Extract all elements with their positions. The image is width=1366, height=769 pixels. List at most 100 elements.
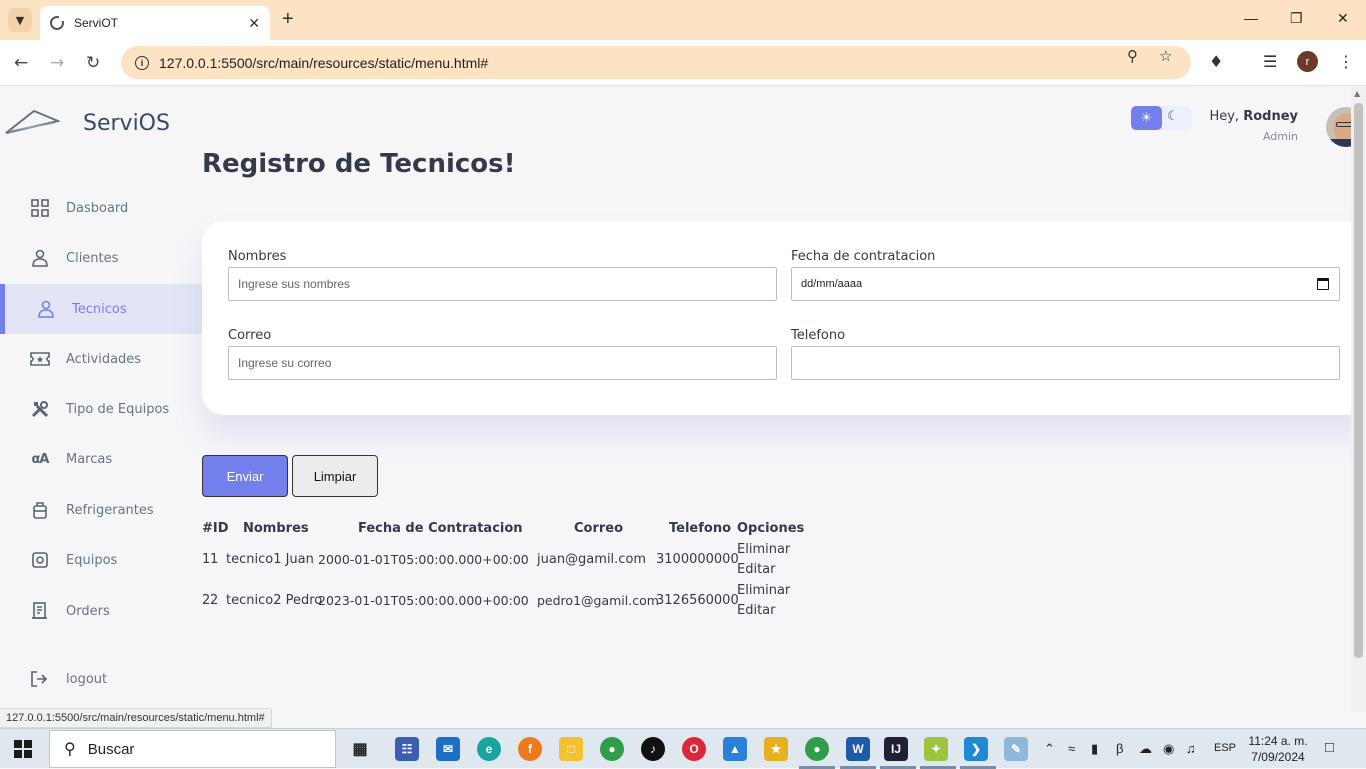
address-bar[interactable]: i 127.0.0.1:5500/src/main/resources/stat…	[121, 46, 1191, 79]
restore-icon[interactable]: ❐	[1290, 10, 1303, 27]
light-mode-icon[interactable]: ☀	[1131, 106, 1162, 130]
page-title: Registro de Tecnicos!	[202, 149, 516, 179]
url-text: 127.0.0.1:5500/src/main/resources/static…	[159, 54, 489, 71]
window-close-icon[interactable]: ✕	[1337, 10, 1349, 27]
scrollbar-thumb[interactable]	[1354, 103, 1363, 658]
fecha-date-input[interactable]: dd/mm/aaaa	[791, 267, 1340, 301]
device-icon	[30, 550, 50, 570]
clock[interactable]: 11:24 a. m. 7/09/2024	[1245, 733, 1311, 765]
task-view-icon[interactable]: ▦	[348, 737, 372, 761]
table-header-nombres: Nombres	[243, 521, 309, 536]
correo-input[interactable]: Ingrese su correo	[228, 346, 777, 380]
sidebar-item-refrigerantes[interactable]: Refrigerantes	[0, 485, 202, 535]
form-card: Nombres Ingrese sus nombres Fecha de con…	[202, 221, 1366, 415]
app-icon-manager[interactable]: ☷	[395, 737, 419, 761]
scroll-up-icon[interactable]: ▲	[1354, 89, 1360, 98]
cell-correo: pedro1@gamil.com	[537, 593, 659, 608]
edge-icon[interactable]: e	[477, 737, 501, 761]
tab-search-dropdown-icon[interactable]: ▼	[8, 8, 32, 32]
sidebar-item-label: Tipo de Equipos	[66, 401, 170, 417]
logout-button[interactable]: logout	[0, 655, 202, 705]
paint-icon[interactable]: ✎	[1004, 737, 1028, 761]
close-tab-icon[interactable]: ✕	[248, 15, 260, 32]
sidebar-item-orders[interactable]: Orders	[0, 586, 202, 636]
profile-avatar[interactable]: r	[1297, 51, 1318, 72]
table-header-telefono: Telefono	[669, 521, 732, 536]
forward-icon[interactable]: →	[50, 53, 64, 73]
tray-chevron-icon[interactable]: ⌃	[1044, 741, 1055, 757]
sidebar-item-label: Tecnicos	[72, 301, 127, 317]
taskbar-search-label: Buscar	[87, 740, 135, 758]
file-explorer-icon[interactable]: □	[559, 737, 583, 761]
send-button[interactable]: Enviar	[202, 455, 288, 497]
mail-icon[interactable]: ✉	[436, 737, 460, 761]
status-url-bar: 127.0.0.1:5500/src/main/resources/static…	[0, 708, 272, 728]
chrome-profile-icon[interactable]: ●	[805, 737, 829, 761]
menu-kebab-icon[interactable]: ⋮	[1338, 52, 1354, 71]
star-app-icon[interactable]: ★	[764, 737, 788, 761]
onedrive-icon[interactable]: ☁	[1139, 741, 1152, 757]
firefox-icon[interactable]: f	[518, 737, 542, 761]
sidebar-item-clientes[interactable]: Clientes	[0, 233, 202, 283]
delete-link[interactable]: Eliminar	[737, 583, 790, 598]
bookmark-star-icon[interactable]: ☆	[1159, 47, 1172, 65]
nombres-label: Nombres	[228, 249, 287, 264]
back-icon[interactable]: ←	[14, 53, 28, 73]
sidebar-item-label: Actividades	[66, 351, 142, 367]
dark-mode-icon[interactable]: ☾	[1167, 109, 1179, 124]
battery-icon[interactable]: ▮	[1091, 741, 1098, 757]
notifications-icon[interactable]: □	[1325, 739, 1334, 756]
user-role: Admin	[1262, 130, 1298, 143]
sidebar-item-marcas[interactable]: αA Marcas	[0, 434, 202, 484]
clear-button[interactable]: Limpiar	[292, 455, 378, 497]
security-icon[interactable]: ◉	[1163, 741, 1174, 757]
volume-icon[interactable]: ♫	[1186, 741, 1196, 756]
new-tab-button[interactable]: +	[282, 8, 294, 31]
windows-taskbar: ⚲ Buscar ▦ ☷ ✉ e f □ ● ♪ O ▲ ★ ● W IJ ✦ …	[0, 728, 1366, 769]
person-icon	[36, 299, 56, 319]
sidebar-item-tecnicos[interactable]: Tecnicos	[0, 284, 202, 334]
logout-label: logout	[66, 672, 108, 687]
sidebar-item-label: Clientes	[66, 250, 119, 266]
brand-name: ServiOS	[83, 111, 170, 136]
tiktok-icon[interactable]: ♪	[641, 737, 665, 761]
photos-icon[interactable]: ▲	[723, 737, 747, 761]
language-indicator[interactable]: ESP	[1214, 742, 1236, 754]
clock-date: 7/09/2024	[1251, 750, 1305, 764]
telefono-input[interactable]	[791, 346, 1340, 380]
page-scrollbar[interactable]: ▲	[1351, 87, 1366, 712]
reload-icon[interactable]: ↻	[86, 53, 100, 73]
browser-tab[interactable]: ServiOT ✕	[40, 6, 270, 40]
media-control-icon[interactable]: ☰	[1263, 52, 1277, 71]
windows-start-icon[interactable]	[14, 740, 32, 758]
cell-num: 2	[210, 593, 219, 608]
minimize-icon[interactable]: —	[1244, 10, 1258, 26]
sidebar-item-dashboard[interactable]: Dasboard	[0, 183, 202, 233]
snipping-tool-icon[interactable]: ✦	[924, 737, 948, 761]
nombres-input[interactable]: Ingrese sus nombres	[228, 267, 777, 301]
intellij-icon[interactable]: IJ	[884, 737, 908, 761]
edit-link[interactable]: Editar	[737, 603, 776, 618]
word-icon[interactable]: W	[846, 737, 870, 761]
taskbar-search[interactable]: ⚲ Buscar	[49, 730, 336, 768]
delete-link[interactable]: Eliminar	[737, 542, 790, 557]
grid-icon	[30, 198, 50, 218]
bluetooth-icon[interactable]: β	[1116, 741, 1123, 756]
chrome-icon[interactable]: ●	[600, 737, 624, 761]
table-header-id: #ID	[202, 521, 229, 536]
sidebar-item-equipos[interactable]: Equipos	[0, 535, 202, 585]
site-info-icon[interactable]: i	[135, 55, 149, 70]
cell-fecha: 2000-01-01T05:00:00.000+00:00	[318, 552, 529, 567]
zoom-icon[interactable]: ⚲	[1127, 47, 1138, 65]
extensions-icon[interactable]: ♦	[1209, 52, 1223, 71]
sidebar-item-label: Equipos	[66, 552, 118, 568]
opera-icon[interactable]: O	[682, 737, 706, 761]
edit-link[interactable]: Editar	[737, 562, 776, 577]
vscode-icon[interactable]: ❯	[964, 737, 988, 761]
cell-correo: juan@gamil.com	[537, 552, 647, 567]
calendar-icon[interactable]	[1317, 278, 1329, 290]
sidebar-item-tipo-equipos[interactable]: Tipo de Equipos	[0, 384, 202, 434]
network-icon[interactable]: ≈	[1068, 741, 1075, 756]
bag-icon	[30, 500, 50, 520]
sidebar-item-actividades[interactable]: Actividades	[0, 334, 202, 384]
